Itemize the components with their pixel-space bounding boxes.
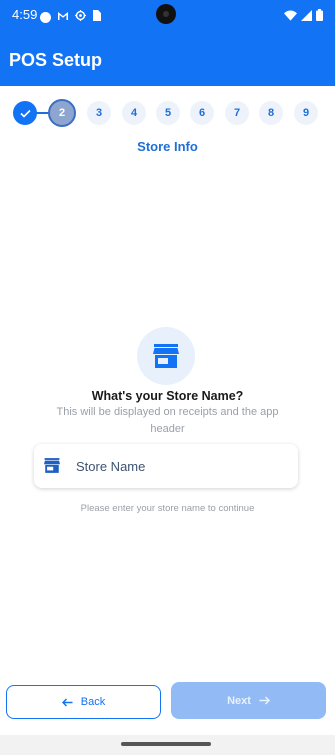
- step-8[interactable]: 8: [259, 101, 283, 125]
- signal-icon: [301, 8, 312, 26]
- step-title: Store Info: [137, 139, 198, 154]
- arrow-left-icon: [61, 697, 73, 707]
- next-button[interactable]: Next: [171, 682, 326, 719]
- store-name-subtitle: This will be displayed on receipts and t…: [56, 406, 279, 435]
- status-left-icons: [40, 8, 101, 26]
- back-button[interactable]: Back: [6, 685, 161, 719]
- battery-icon: [316, 8, 323, 26]
- store-icon: [153, 344, 179, 368]
- store-icon-circle: [137, 327, 195, 385]
- step-4[interactable]: 4: [122, 101, 146, 125]
- sim-icon: [93, 8, 101, 26]
- store-icon: [44, 458, 60, 478]
- check-icon: [19, 109, 31, 118]
- system-nav-bar: [0, 735, 335, 755]
- page-title: POS Setup: [9, 50, 103, 70]
- gmail-icon: [58, 11, 68, 23]
- wifi-icon: [284, 8, 297, 26]
- pos-setup-screen: 4:59 POS Setup 2 3 4 5 6 7 8 9 Store Inf…: [0, 0, 335, 755]
- status-right-icons: [284, 8, 323, 26]
- app-bar: POS Setup: [0, 30, 335, 86]
- home-gesture-handle[interactable]: [121, 742, 211, 746]
- step-1-completed[interactable]: [13, 101, 37, 125]
- step-7[interactable]: 7: [225, 101, 249, 125]
- store-name-field[interactable]: [34, 444, 298, 488]
- setup-stepper: 2 3 4 5 6 7 8 9: [0, 96, 335, 132]
- next-button-label: Next: [227, 694, 251, 707]
- camera-cutout: [156, 4, 176, 24]
- arrow-right-icon: [259, 696, 270, 705]
- step-6[interactable]: 6: [190, 101, 214, 125]
- settings-icon: [75, 8, 86, 26]
- store-name-hint: Please enter your store name to continue: [80, 503, 255, 514]
- step-9[interactable]: 9: [294, 101, 318, 125]
- store-name-question: What's your Store Name?: [91, 389, 244, 403]
- step-2-current[interactable]: 2: [48, 99, 76, 127]
- record-dot-icon: [40, 11, 51, 23]
- step-5[interactable]: 5: [156, 101, 180, 125]
- back-button-label: Back: [80, 696, 106, 708]
- store-name-input[interactable]: [76, 454, 286, 478]
- step-3[interactable]: 3: [87, 101, 111, 125]
- status-bar: 4:59: [0, 0, 335, 30]
- status-time: 4:59: [12, 7, 38, 22]
